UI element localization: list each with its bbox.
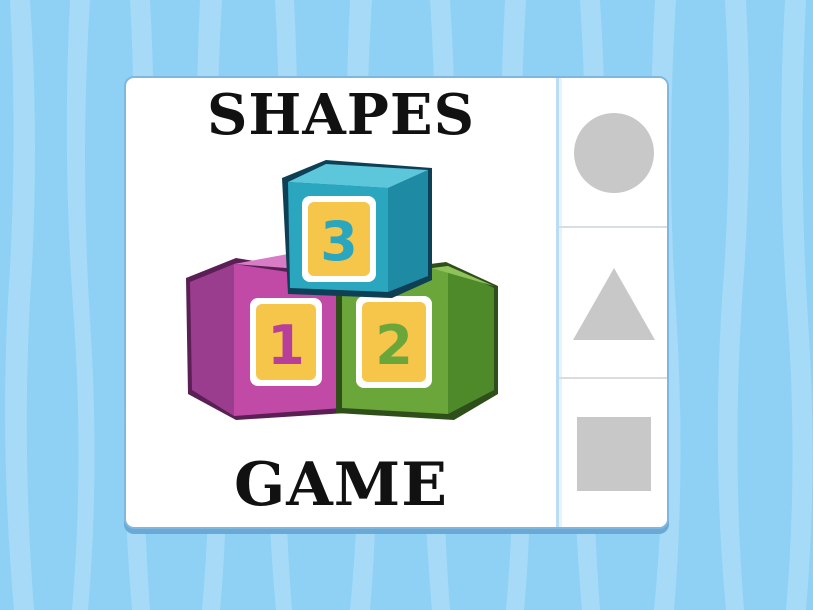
shape-options-panel (556, 78, 667, 527)
title-shapes: SHAPES (206, 82, 476, 148)
title-panel: SHAPES 1 2 3 GAME (126, 78, 556, 527)
title-game: GAME (234, 450, 448, 520)
block-3: 3 (282, 160, 432, 298)
triangle-icon (573, 268, 655, 340)
square-icon (577, 417, 651, 491)
number-blocks-illustration: 1 2 3 (186, 160, 498, 420)
block-2-number: 2 (375, 314, 413, 377)
circle-icon (574, 113, 654, 193)
game-card: SHAPES 1 2 3 GAME (124, 76, 669, 529)
shape-option-square[interactable] (559, 380, 667, 527)
block-1-number: 1 (267, 314, 305, 377)
shape-option-triangle[interactable] (559, 229, 667, 379)
shape-option-circle[interactable] (559, 78, 667, 228)
block-3-number: 3 (320, 210, 358, 273)
